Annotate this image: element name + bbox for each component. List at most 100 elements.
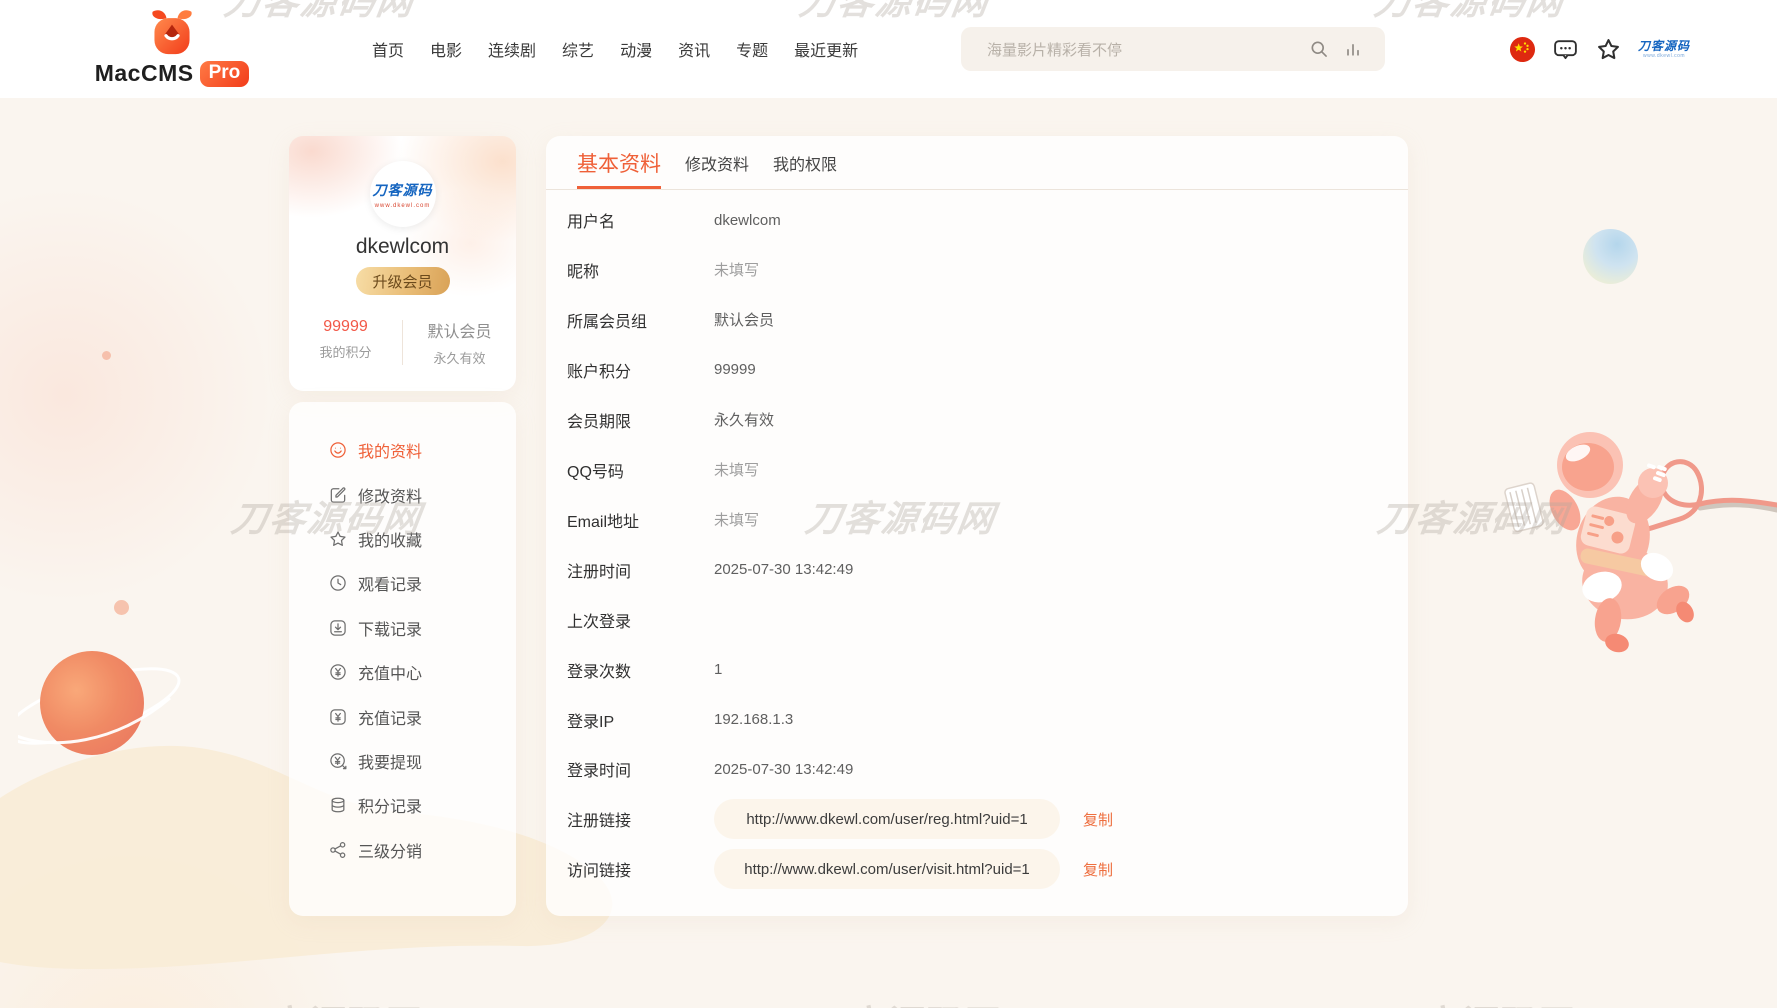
china-flag-icon[interactable] <box>1509 36 1536 63</box>
tab-2[interactable]: 我的权限 <box>773 151 837 189</box>
sidebar-item-7[interactable]: 我要提现 <box>289 739 516 783</box>
clock-icon <box>328 573 348 593</box>
sidebar-item-label: 我的收藏 <box>358 527 422 551</box>
nav-item[interactable]: 动漫 <box>620 37 652 61</box>
sidebar-item-5[interactable]: 充值中心 <box>289 650 516 694</box>
field-row: 登录时间2025-07-30 13:42:49 <box>546 749 1408 789</box>
sidebar-item-label: 修改资料 <box>358 483 422 507</box>
field-label: 访问链接 <box>567 857 631 881</box>
field-label: Email地址 <box>567 508 639 532</box>
tab-1[interactable]: 修改资料 <box>685 151 749 189</box>
top-navigation-bar: MacCMS Pro 首页 电影 连续剧 综艺 动漫 资讯 专题 最近更新 <box>0 0 1777 98</box>
field-label: 登录IP <box>567 708 614 732</box>
avatar-logo-subtext: www.dkewl.com <box>375 203 431 209</box>
edit-icon <box>328 485 348 505</box>
sidebar-menu-card: 我的资料修改资料我的收藏观看记录下载记录充值中心充值记录我要提现积分记录三级分销 <box>289 402 516 916</box>
sidebar-item-3[interactable]: 观看记录 <box>289 561 516 605</box>
site-logo[interactable]: MacCMS Pro <box>96 6 248 87</box>
messages-icon[interactable] <box>1552 36 1579 63</box>
search-icon[interactable] <box>1309 39 1329 59</box>
field-row: 上次登录 <box>546 600 1408 640</box>
ranking-bars-icon[interactable] <box>1343 39 1363 59</box>
nav-item[interactable]: 电影 <box>430 37 462 61</box>
star-icon <box>328 529 348 549</box>
field-row: Email地址未填写 <box>546 500 1408 540</box>
field-row: 所属会员组 默认会员 <box>546 300 1408 340</box>
sidebar-item-label: 充值记录 <box>358 705 422 729</box>
favorites-star-icon[interactable] <box>1595 36 1622 63</box>
sidebar-item-label: 下载记录 <box>358 616 422 640</box>
watermark-text: 刀客源码网 <box>1374 995 1571 1008</box>
recharge-record-icon <box>328 707 348 727</box>
dkewl-site-logo[interactable]: 刀客源码 www.dkewl.com <box>1638 40 1690 59</box>
link-url-pill[interactable]: http://www.dkewl.com/user/reg.html?uid=1 <box>714 799 1060 839</box>
field-value: 默认会员 <box>714 309 774 330</box>
field-row: 昵称 未填写 <box>546 250 1408 290</box>
field-label: 会员期限 <box>567 408 631 432</box>
points-label: 我的积分 <box>289 342 402 361</box>
sidebar-item-6[interactable]: 充值记录 <box>289 694 516 738</box>
field-value: 未填写 <box>714 259 759 280</box>
member-group-label: 永久有效 <box>403 348 516 367</box>
sidebar-item-8[interactable]: 积分记录 <box>289 783 516 827</box>
sidebar-item-label: 我要提现 <box>358 749 422 773</box>
field-label: 用户名 <box>567 208 615 232</box>
sidebar-item-2[interactable]: 我的收藏 <box>289 517 516 561</box>
maccms-fruit-icon <box>148 6 196 58</box>
field-label: 账户积分 <box>567 358 631 382</box>
field-row: QQ号码 未填写 <box>546 450 1408 490</box>
field-label: 昵称 <box>567 258 599 282</box>
field-value: 未填写 <box>714 459 759 480</box>
sidebar-item-label: 充值中心 <box>358 660 422 684</box>
field-row: 用户名dkewlcom <box>546 200 1408 240</box>
field-label: 注册时间 <box>567 558 631 582</box>
copy-button[interactable]: 复制 <box>1083 859 1113 880</box>
link-url-pill[interactable]: http://www.dkewl.com/user/visit.html?uid… <box>714 849 1060 889</box>
link-row: 注册链接 http://www.dkewl.com/user/reg.html?u… <box>546 799 1408 839</box>
page: MacCMS Pro 首页 电影 连续剧 综艺 动漫 资讯 专题 最近更新 <box>0 0 1777 1008</box>
nav-item[interactable]: 连续剧 <box>488 37 536 61</box>
nav-item[interactable]: 综艺 <box>562 37 594 61</box>
field-row: 登录次数1 <box>546 650 1408 690</box>
sidebar-item-9[interactable]: 三级分销 <box>289 828 516 872</box>
field-value: 192.168.1.3 <box>714 711 793 728</box>
planet-decoration <box>18 630 188 788</box>
dkewl-logo-text: 刀客源码 <box>1638 40 1690 52</box>
share-icon <box>328 840 348 860</box>
field-label: 上次登录 <box>567 608 631 632</box>
sidebar-menu: 我的资料修改资料我的收藏观看记录下载记录充值中心充值记录我要提现积分记录三级分销 <box>289 402 516 872</box>
nav-item[interactable]: 首页 <box>372 37 404 61</box>
field-label: 注册链接 <box>567 807 631 831</box>
field-label: 所属会员组 <box>567 308 647 332</box>
upgrade-member-button[interactable]: 升级会员 <box>356 267 450 295</box>
sidebar-item-1[interactable]: 修改资料 <box>289 472 516 516</box>
watermark-text: 刀客源码网 <box>221 995 418 1008</box>
field-row: 注册时间2025-07-30 13:42:49 <box>546 550 1408 590</box>
brand-name: MacCMS <box>95 60 194 87</box>
recharge-center-icon <box>328 662 348 682</box>
sidebar-item-4[interactable]: 下载记录 <box>289 606 516 650</box>
field-value: 永久有效 <box>714 409 774 430</box>
search-input[interactable] <box>985 27 1269 73</box>
main-nav: 首页 电影 连续剧 综艺 动漫 资讯 专题 最近更新 <box>372 0 858 98</box>
nav-item[interactable]: 专题 <box>736 37 768 61</box>
field-value: 99999 <box>714 361 756 378</box>
dkewl-logo-subtext: www.dkewl.com <box>1643 54 1685 59</box>
tab-0[interactable]: 基本资料 <box>577 148 661 189</box>
avatar[interactable]: 刀客源码 www.dkewl.com <box>370 161 436 227</box>
sidebar-item-0[interactable]: 我的资料 <box>289 428 516 472</box>
points-record-icon <box>328 795 348 815</box>
download-icon <box>328 618 348 638</box>
member-group-stat: 默认会员 永久有效 <box>403 318 516 367</box>
astronaut-illustration <box>1495 415 1777 680</box>
soft-pink-blob <box>0 180 280 610</box>
decor-dot <box>102 351 111 360</box>
nav-item[interactable]: 资讯 <box>678 37 710 61</box>
profile-tabs: 基本资料修改资料我的权限 <box>546 136 1408 190</box>
copy-button[interactable]: 复制 <box>1083 809 1113 830</box>
nav-item[interactable]: 最近更新 <box>794 37 858 61</box>
sidebar-item-label: 三级分销 <box>358 838 422 862</box>
sidebar-item-label: 我的资料 <box>358 438 422 462</box>
field-label: QQ号码 <box>567 458 624 482</box>
points-stat: 99999 我的积分 <box>289 318 402 367</box>
